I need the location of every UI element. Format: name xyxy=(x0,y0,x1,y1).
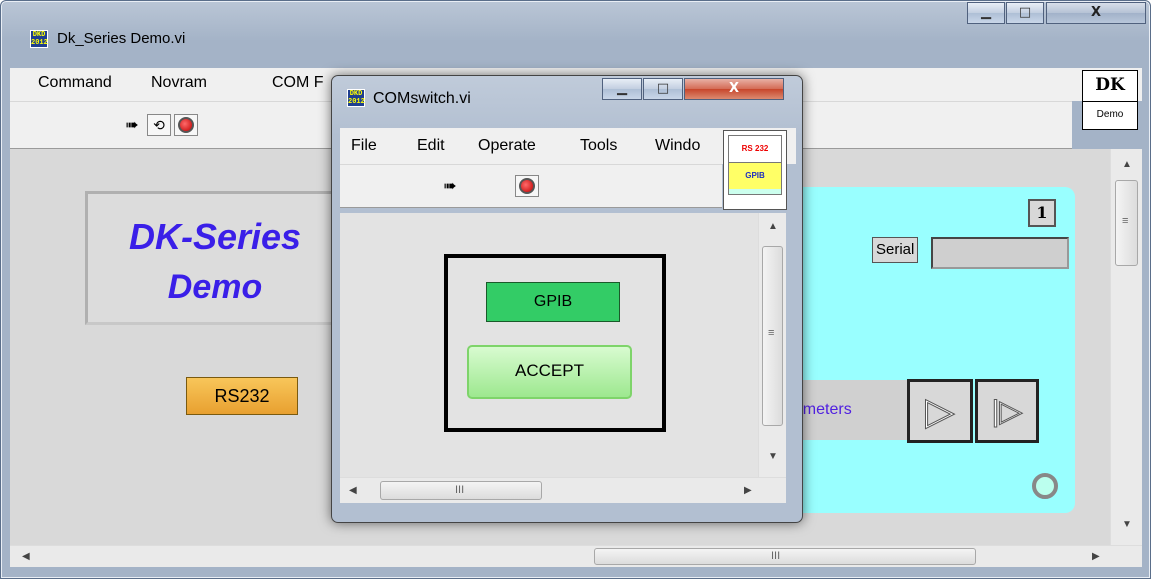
run-arrow-icon[interactable]: ➠ xyxy=(438,175,462,197)
app-icon: DKD 2012 xyxy=(30,30,48,48)
scroll-right-icon[interactable]: ▶ xyxy=(1092,551,1100,562)
scroll-down-icon[interactable]: ▼ xyxy=(768,451,778,462)
abort-stop-icon[interactable] xyxy=(174,114,198,136)
step-forward-icon: |▷ xyxy=(991,394,1023,428)
dialog-app-icon: DKD 2012 xyxy=(347,89,365,107)
scroll-left-icon[interactable]: ◀ xyxy=(349,485,357,496)
main-hscroll-thumb[interactable]: III xyxy=(594,548,976,565)
menu-tools[interactable]: Tools xyxy=(580,137,617,155)
menu-file[interactable]: File xyxy=(351,137,377,155)
abort-stop-icon[interactable] xyxy=(515,175,539,197)
menu-operate[interactable]: Operate xyxy=(478,137,536,155)
window-title: Dk_Series Demo.vi xyxy=(57,30,186,47)
scroll-up-icon[interactable]: ▲ xyxy=(768,221,778,232)
dialog-menubar: File Edit Operate Tools Windo RS 232 GPI… xyxy=(340,128,796,210)
maximize-button[interactable]: □ xyxy=(1006,2,1044,24)
serial-label: Serial xyxy=(872,237,919,263)
scroll-down-icon[interactable]: ▼ xyxy=(1122,519,1132,530)
step-button[interactable]: |▷ xyxy=(975,379,1039,443)
close-icon: X xyxy=(728,81,740,96)
dialog-vscroll[interactable]: ▲ ≡ ▼ xyxy=(758,213,786,477)
scroll-right-icon[interactable]: ▶ xyxy=(744,485,752,496)
menu-novram[interactable]: Novram xyxy=(151,74,207,92)
scroll-left-icon[interactable]: ◀ xyxy=(22,551,30,562)
dialog-close-button[interactable]: X xyxy=(684,78,784,100)
main-vscroll[interactable]: ▲ ≡ ▼ xyxy=(1110,149,1142,545)
rs232-button[interactable]: RS232 xyxy=(186,377,298,415)
run-arrow-icon[interactable]: ➠ xyxy=(120,114,144,136)
dialog-toolbar: ➠ xyxy=(340,164,722,208)
main-hscroll[interactable]: ◀ III ▶ xyxy=(10,545,1142,567)
comswitch-dialog: DKD 2012 COMswitch.vi ▁ □ X File Edit Ope… xyxy=(331,75,803,523)
play-icon: ▷ xyxy=(925,390,955,433)
dialog-minimize-button[interactable]: ▁ xyxy=(602,78,642,100)
dialog-maximize-button[interactable]: □ xyxy=(643,78,683,100)
main-vscroll-thumb[interactable]: ≡ xyxy=(1115,180,1138,266)
busy-ring-icon xyxy=(1032,473,1058,499)
dialog-front-panel: GPIB ACCEPT xyxy=(340,213,758,477)
close-icon: X xyxy=(1090,5,1102,20)
serial-field[interactable] xyxy=(931,237,1069,269)
maximize-icon: □ xyxy=(656,81,670,96)
cyan-panel: 1 Serial nometers ▷ |▷ xyxy=(765,187,1075,513)
close-button[interactable]: X xyxy=(1046,2,1146,24)
minimize-icon: ▁ xyxy=(981,5,991,20)
switch-frame xyxy=(444,254,666,432)
vi-logo: DK Demo xyxy=(1082,70,1138,130)
play-button[interactable]: ▷ xyxy=(907,379,973,443)
menu-window[interactable]: Windo xyxy=(655,137,723,155)
minimize-button[interactable]: ▁ xyxy=(967,2,1005,24)
banner-title: DK-Series xyxy=(128,216,302,257)
maximize-icon: □ xyxy=(1018,5,1032,20)
dialog-hscroll-thumb[interactable]: III xyxy=(380,481,542,500)
menu-edit[interactable]: Edit xyxy=(417,137,445,155)
scroll-up-icon[interactable]: ▲ xyxy=(1122,159,1132,170)
gpib-button[interactable]: GPIB xyxy=(486,282,620,322)
counter-display: 1 xyxy=(1028,199,1056,227)
minimize-icon: ▁ xyxy=(617,81,627,96)
banner-subtitle: Demo xyxy=(167,268,263,306)
dialog-vscroll-thumb[interactable]: ≡ xyxy=(762,246,783,426)
dialog-title: COMswitch.vi xyxy=(373,90,471,107)
menu-command[interactable]: Command xyxy=(38,74,112,92)
accept-button[interactable]: ACCEPT xyxy=(467,345,632,399)
main-titlebar[interactable]: DKD 2012 Dk_Series Demo.vi ▁ □ X xyxy=(1,1,1150,48)
instruments-button[interactable]: nometers xyxy=(785,380,907,440)
menu-com[interactable]: COM F xyxy=(272,74,324,92)
banner-box: DK-Series Demo xyxy=(85,191,345,325)
run-continuously-icon[interactable]: ⟲ xyxy=(147,114,171,136)
comswitch-vi-icon: RS 232 GPIB xyxy=(723,130,787,210)
dialog-hscroll[interactable]: ◀ III ▶ xyxy=(340,477,786,503)
